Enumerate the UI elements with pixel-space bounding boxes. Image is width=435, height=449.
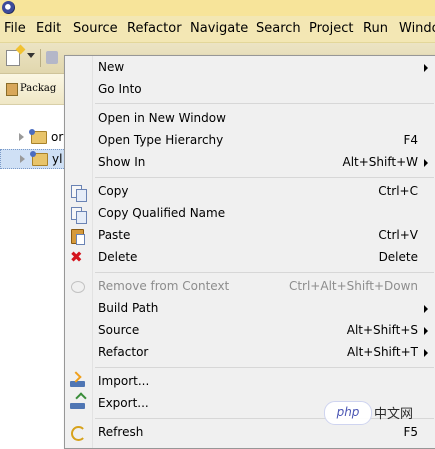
- menu-window[interactable]: Windo: [399, 21, 435, 36]
- menu-item-label: Delete: [98, 250, 138, 264]
- menu-item-build-path[interactable]: Build Path: [65, 298, 435, 320]
- menu-item-copy-qualified-name[interactable]: Copy Qualified Name: [65, 203, 435, 225]
- menu-item-go-into[interactable]: Go Into: [65, 79, 435, 101]
- menu-item-show-in[interactable]: Show In Alt+Shift+W: [65, 152, 435, 174]
- menu-separator: [95, 177, 434, 178]
- delete-icon: ✖: [70, 248, 83, 266]
- menu-item-label: Paste: [98, 228, 131, 242]
- package-explorer-title: Packag: [20, 83, 57, 94]
- package-explorer-view: Packag or yl: [0, 74, 66, 445]
- project-folder-icon: [29, 129, 47, 144]
- menu-item-copy[interactable]: Copy Ctrl+C: [65, 181, 435, 203]
- save-icon[interactable]: [46, 51, 58, 64]
- menu-item-label: Show In: [98, 155, 146, 169]
- remove-context-icon: [71, 281, 85, 293]
- menu-refactor[interactable]: Refactor: [127, 21, 182, 36]
- menu-separator: [95, 367, 434, 368]
- menu-item-shortcut: Ctrl+V: [378, 228, 418, 242]
- copy-icon: [71, 185, 87, 202]
- tree-item-project-selected[interactable]: yl: [0, 149, 66, 169]
- menu-separator: [95, 103, 434, 104]
- watermark-site-name: 中文网: [374, 407, 414, 422]
- menu-item-label: Import...: [98, 374, 150, 388]
- menu-separator: [95, 272, 434, 273]
- menu-item-label: Build Path: [98, 301, 159, 315]
- menu-item-shortcut: Alt+Shift+S: [346, 323, 418, 337]
- chevron-down-icon[interactable]: [27, 53, 35, 58]
- tree-item-label: or: [51, 130, 64, 144]
- php-logo: php: [324, 401, 372, 425]
- submenu-arrow-icon: [424, 159, 428, 167]
- menu-source[interactable]: Source: [73, 21, 118, 36]
- submenu-arrow-icon: [424, 305, 428, 313]
- menu-item-shortcut: F4: [403, 133, 418, 147]
- menu-item-source[interactable]: Source Alt+Shift+S: [65, 320, 435, 342]
- expand-arrow-icon[interactable]: [19, 133, 24, 141]
- tree-item-project[interactable]: or: [0, 128, 66, 148]
- submenu-arrow-icon: [424, 327, 428, 335]
- package-icon: [6, 83, 18, 96]
- expand-arrow-icon[interactable]: [20, 155, 25, 163]
- menu-item-label: Copy Qualified Name: [98, 206, 226, 220]
- project-folder-icon: [30, 151, 48, 166]
- menu-project[interactable]: Project: [309, 21, 353, 36]
- menu-run[interactable]: Run: [363, 21, 388, 36]
- export-icon: [70, 403, 85, 409]
- import-icon: [70, 381, 85, 387]
- menubar: File Edit Source Refactor Navigate Searc…: [0, 16, 435, 43]
- package-explorer-tab[interactable]: Packag: [0, 74, 66, 105]
- menu-item-delete[interactable]: ✖ Delete Delete: [65, 247, 435, 269]
- eclipse-logo-icon: [2, 1, 15, 14]
- menu-item-label: Export...: [98, 396, 149, 410]
- menu-item-shortcut: F5: [403, 425, 418, 439]
- menu-item-shortcut: Alt+Shift+T: [347, 345, 418, 359]
- window-titlebar: [0, 0, 435, 16]
- paste-icon: [71, 229, 85, 245]
- new-wizard-icon[interactable]: [6, 50, 20, 66]
- submenu-arrow-icon: [424, 349, 428, 357]
- menu-item-open-type-hierarchy[interactable]: Open Type Hierarchy F4: [65, 130, 435, 152]
- menu-item-remove-from-context: Remove from Context Ctrl+Alt+Shift+Down: [65, 276, 435, 298]
- menu-item-refresh[interactable]: Refresh F5: [65, 422, 435, 444]
- menu-item-label: Refactor: [98, 345, 149, 359]
- menu-item-refactor[interactable]: Refactor Alt+Shift+T: [65, 342, 435, 364]
- menu-navigate[interactable]: Navigate: [190, 21, 248, 36]
- menu-item-label: Remove from Context: [98, 279, 230, 293]
- tree-item-label: yl: [52, 152, 63, 166]
- menu-item-label: Source: [98, 323, 140, 337]
- menu-item-shortcut: Alt+Shift+W: [342, 155, 419, 169]
- site-watermark: php 中文网: [324, 400, 435, 425]
- menu-item-import[interactable]: Import...: [65, 371, 435, 393]
- menu-item-new[interactable]: New: [65, 57, 435, 79]
- menu-search[interactable]: Search: [256, 21, 301, 36]
- menu-item-shortcut: Ctrl+C: [378, 184, 418, 198]
- refresh-icon: [71, 426, 86, 441]
- menu-item-label: Refresh: [98, 425, 144, 439]
- menu-item-shortcut: Ctrl+Alt+Shift+Down: [288, 279, 418, 293]
- menu-item-label: Open Type Hierarchy: [98, 133, 224, 147]
- menu-file[interactable]: File: [4, 21, 26, 36]
- menu-item-open-in-new-window[interactable]: Open in New Window: [65, 108, 435, 130]
- php-logo-text: php: [336, 405, 360, 419]
- menu-item-label: New: [98, 60, 125, 74]
- menu-item-label: Copy: [98, 184, 129, 198]
- menu-item-paste[interactable]: Paste Ctrl+V: [65, 225, 435, 247]
- submenu-arrow-icon: [424, 64, 428, 72]
- copy-icon: [71, 207, 87, 224]
- menu-item-label: Go Into: [98, 82, 142, 96]
- context-menu: New Go Into Open in New Window Open Type…: [64, 55, 435, 449]
- menu-item-shortcut: Delete: [378, 250, 418, 264]
- menu-edit[interactable]: Edit: [36, 21, 61, 36]
- toolbar-separator: [40, 49, 41, 67]
- menu-item-label: Open in New Window: [98, 111, 226, 125]
